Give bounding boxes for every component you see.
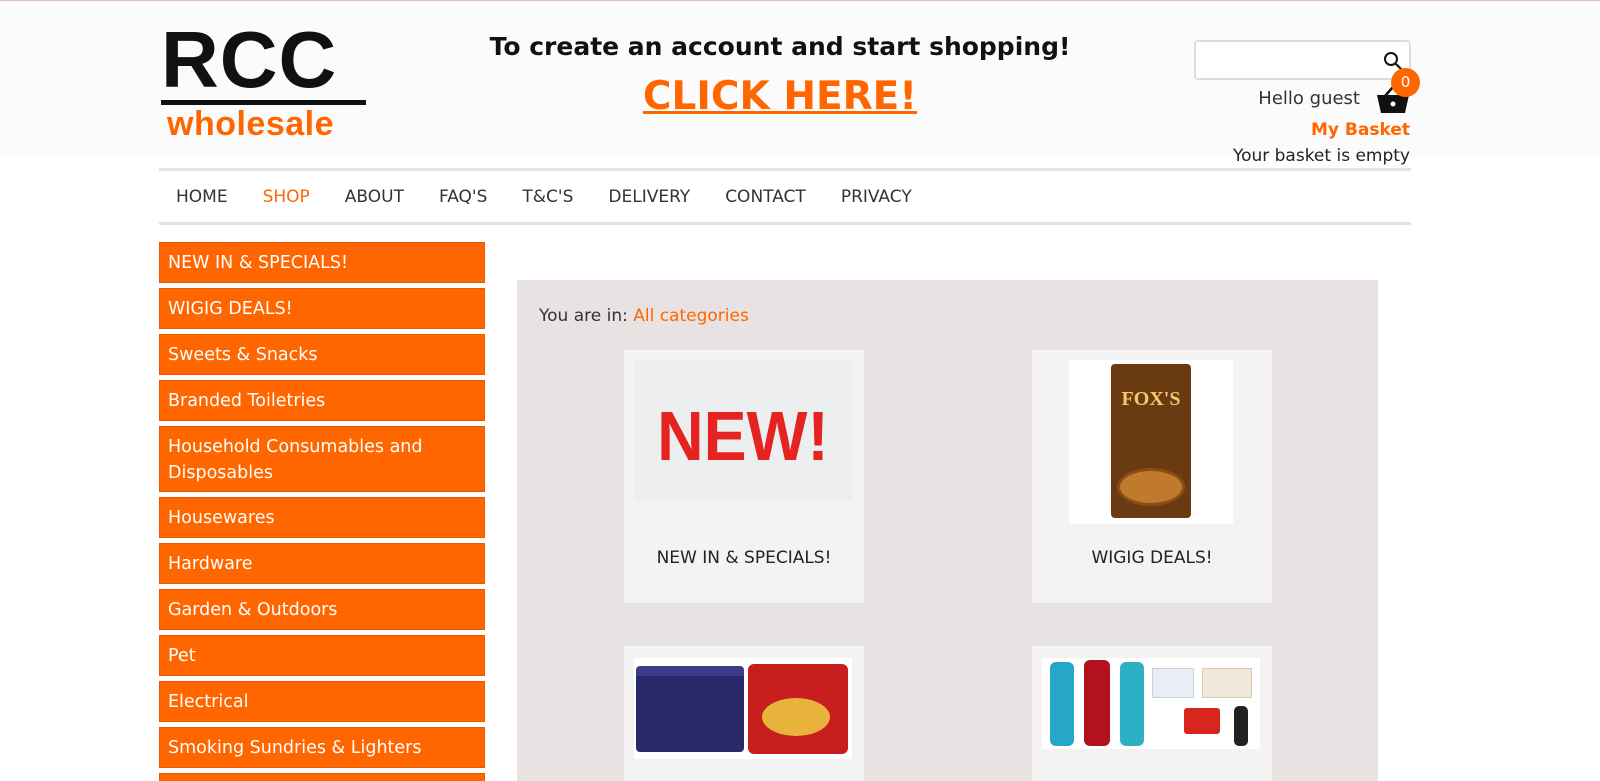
breadcrumb-prefix: You are in: (539, 306, 628, 326)
sidebar-item-hardware[interactable]: Hardware (159, 543, 485, 584)
soap-box-shape (1202, 668, 1252, 698)
cookie-shape (1117, 468, 1185, 506)
gift-box-shape (1184, 708, 1220, 734)
breadcrumb: You are in: All categories (539, 306, 749, 326)
logo-main-text: RCC (161, 15, 338, 104)
category-card-sweets-snacks[interactable] (624, 646, 864, 781)
sidebar-item-wigig-deals[interactable]: WIGIG DEALS! (159, 288, 485, 329)
nav-item-privacy[interactable]: PRIVACY (841, 187, 912, 207)
logo-sub-text: wholesale (167, 105, 335, 143)
bottle-shape (1120, 662, 1144, 746)
sidebar-item-smoking[interactable]: Smoking Sundries & Lighters (159, 727, 485, 768)
deodorant-shape (1234, 706, 1248, 746)
nav-item-about[interactable]: ABOUT (345, 187, 404, 207)
sidebar-item-sweets-snacks[interactable]: Sweets & Snacks (159, 334, 485, 375)
biscuit-box-shape (636, 666, 744, 752)
main-nav: HOME SHOP ABOUT FAQ'S T&C'S DELIVERY CON… (159, 171, 1411, 223)
nav-item-delivery[interactable]: DELIVERY (608, 187, 690, 207)
sidebar-item-branded-toiletries[interactable]: Branded Toiletries (159, 380, 485, 421)
greeting-text: Hello guest (1258, 88, 1360, 109)
nav-bottom-divider (159, 222, 1411, 225)
new-image-text: NEW! (657, 397, 829, 475)
my-basket-link[interactable]: My Basket (1230, 120, 1410, 140)
sidebar-item-housewares[interactable]: Housewares (159, 497, 485, 538)
category-image-biscuits (634, 658, 852, 759)
soap-box-shape (1152, 668, 1194, 698)
sidebar-item-household[interactable]: Household Consumables and Disposables (159, 426, 485, 492)
category-card-branded-toiletries[interactable] (1032, 646, 1272, 781)
promo-title: To create an account and start shopping! (489, 32, 1071, 61)
category-card-new-in[interactable]: NEW! NEW IN & SPECIALS! (624, 350, 864, 603)
nav-item-shop[interactable]: SHOP (263, 187, 310, 207)
sidebar-item-garden[interactable]: Garden & Outdoors (159, 589, 485, 630)
search-input[interactable] (1194, 40, 1411, 80)
create-account-link[interactable]: CLICK HERE! (440, 74, 1120, 119)
bottle-shape (1050, 662, 1074, 746)
nav-item-faqs[interactable]: FAQ'S (439, 187, 487, 207)
sidebar-item-electrical[interactable]: Electrical (159, 681, 485, 722)
category-image-toiletries (1042, 658, 1260, 749)
nav-item-contact[interactable]: CONTACT (725, 187, 806, 207)
nav-item-terms[interactable]: T&C'S (522, 187, 573, 207)
site-logo[interactable]: RCC wholesale (161, 15, 371, 143)
sidebar-item-pet[interactable]: Pet (159, 635, 485, 676)
category-image-new: NEW! (634, 360, 852, 501)
sweets-fill-shape (762, 698, 830, 736)
sidebar-item-new-in[interactable]: NEW IN & SPECIALS! (159, 242, 485, 283)
category-label: NEW IN & SPECIALS! (656, 548, 832, 568)
category-panel: You are in: All categories NEW! NEW IN &… (517, 280, 1378, 781)
bottle-shape (1084, 660, 1110, 746)
cookie-brand-text: FOX'S (1121, 388, 1181, 410)
category-card-wigig-deals[interactable]: FOX'S WIGIG DEALS! (1032, 350, 1272, 603)
nav-item-home[interactable]: HOME (176, 187, 228, 207)
breadcrumb-all-categories[interactable]: All categories (633, 306, 749, 326)
category-image-cookies: FOX'S (1069, 360, 1233, 524)
basket-status: Your basket is empty (1232, 146, 1410, 166)
basket-count-badge: 0 (1391, 68, 1420, 97)
category-sidebar: NEW IN & SPECIALS! WIGIG DEALS! Sweets &… (159, 242, 485, 781)
category-label: WIGIG DEALS! (1091, 548, 1213, 568)
sidebar-item-more[interactable] (159, 773, 485, 781)
